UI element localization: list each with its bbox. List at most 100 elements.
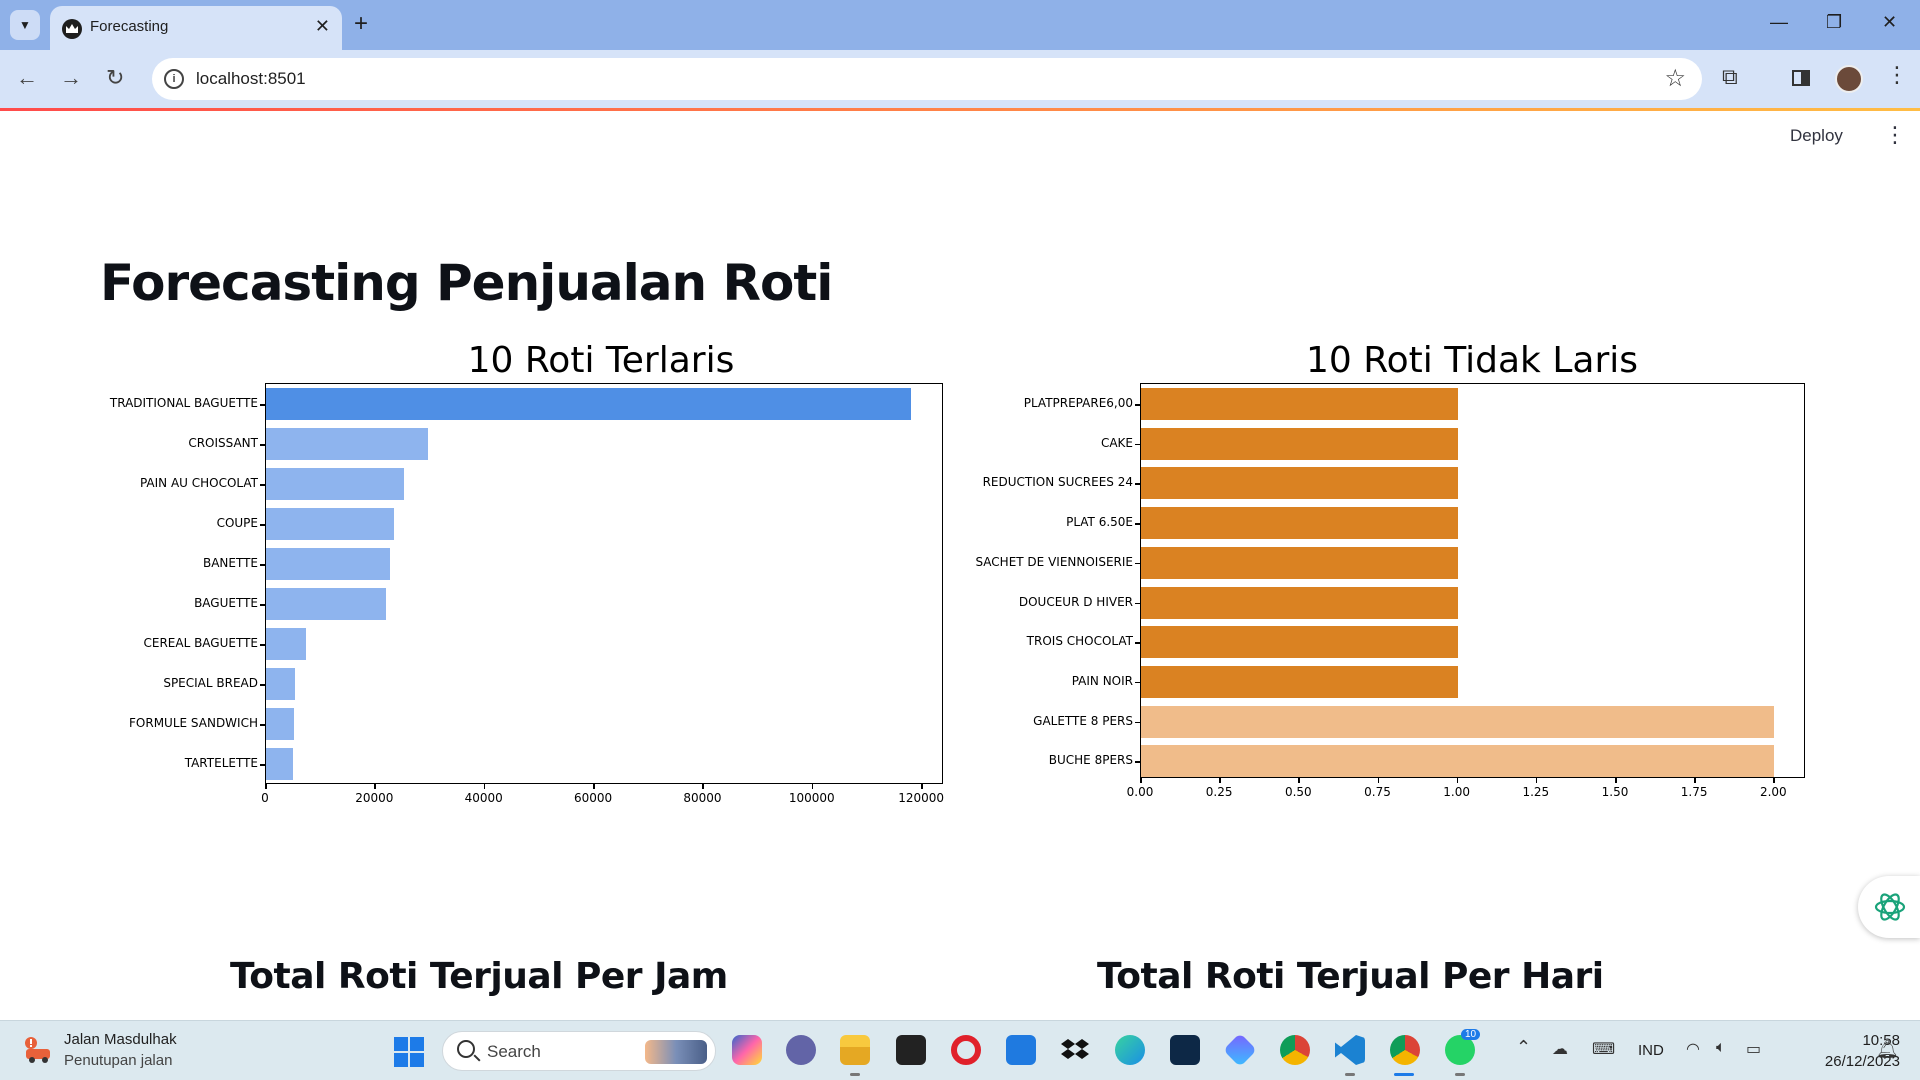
bar (266, 628, 306, 660)
file-explorer-icon[interactable] (840, 1035, 870, 1065)
tab-forecasting[interactable]: Forecasting ✕ (50, 6, 342, 50)
news-widget-title[interactable]: Jalan Masdulhak (64, 1031, 177, 1048)
dropbox-icon[interactable] (1060, 1035, 1090, 1065)
news-widget-subtitle[interactable]: Penutupan jalan (64, 1052, 172, 1069)
terminal-icon[interactable] (1170, 1035, 1200, 1065)
volume-icon[interactable]: 🔈︎ (1716, 1039, 1726, 1057)
category-label: BAGUETTE (194, 596, 258, 610)
url-text[interactable]: localhost:8501 (196, 69, 306, 89)
chrome-menu-icon[interactable]: ⋮ (1886, 62, 1908, 88)
mail-icon[interactable] (1006, 1035, 1036, 1065)
x-tick (1773, 778, 1775, 783)
y-tick (1135, 681, 1140, 684)
copilot-icon[interactable] (732, 1035, 762, 1065)
x-tick (1140, 778, 1142, 783)
notification-bell-icon[interactable]: 🔔︎ (1876, 1039, 1899, 1060)
bar (266, 588, 387, 620)
bar (1141, 705, 1775, 738)
minimize-button[interactable]: — (1770, 12, 1788, 33)
reload-icon[interactable]: ↻ (106, 64, 124, 92)
onedrive-icon[interactable]: ☁ (1552, 1039, 1568, 1059)
x-tick-label: 1.00 (1443, 785, 1471, 799)
tab-close-icon[interactable]: ✕ (315, 16, 330, 37)
battery-icon[interactable]: ▭ (1746, 1039, 1761, 1059)
y-tick (260, 644, 265, 646)
copilot-app-icon[interactable] (1223, 1033, 1257, 1067)
y-tick (260, 724, 265, 726)
vscode-icon[interactable] (1335, 1035, 1365, 1065)
bar (266, 468, 404, 500)
restore-button[interactable]: ❐ (1826, 12, 1842, 33)
y-tick (260, 684, 265, 686)
y-tick (1135, 404, 1140, 406)
x-tick-label: 0.00 (1126, 785, 1154, 799)
edge-icon[interactable] (1115, 1035, 1145, 1065)
chrome-icon[interactable] (1280, 1035, 1310, 1065)
opera-icon[interactable] (951, 1035, 981, 1065)
category-label: REDUCTION SUCREES 24 (982, 475, 1133, 490)
bar (266, 508, 394, 540)
input-language[interactable]: IND (1638, 1042, 1664, 1059)
windows-start-icon[interactable] (394, 1037, 424, 1067)
bar (1141, 467, 1458, 500)
site-info-icon[interactable]: i (164, 69, 184, 89)
traffic-alert-icon[interactable] (22, 1035, 54, 1067)
y-tick (1135, 523, 1140, 525)
x-tick-label: 0.75 (1364, 785, 1391, 799)
keyboard-icon[interactable]: ⌨ (1592, 1039, 1615, 1059)
close-window-button[interactable]: ✕ (1882, 12, 1897, 33)
section-title-daily: Total Roti Terjual Per Hari (1097, 956, 1604, 997)
chart-title: 10 Roti Terlaris (467, 340, 735, 381)
back-icon[interactable]: ← (16, 64, 38, 92)
sticky-notes-icon[interactable] (896, 1035, 926, 1065)
x-tick (265, 784, 267, 789)
x-tick-label: 60000 (573, 791, 613, 805)
x-tick (593, 784, 595, 789)
x-tick (374, 784, 376, 789)
x-tick (1456, 778, 1459, 783)
bookmark-star-icon[interactable]: ☆ (1664, 64, 1686, 93)
x-tick-label: 2.00 (1759, 785, 1787, 799)
section-title-hourly: Total Roti Terjual Per Jam (230, 956, 728, 997)
side-panel-icon[interactable] (1792, 70, 1810, 86)
x-tick-label: 1.50 (1601, 785, 1629, 799)
bar (266, 548, 391, 580)
browser-tab-bar: ▼ Forecasting ✕ + — ❐ ✕ (0, 0, 1920, 50)
whatsapp-icon[interactable]: 10 (1445, 1029, 1481, 1065)
extensions-icon[interactable]: ⧉ (1722, 64, 1738, 90)
assistant-widget[interactable] (1858, 876, 1920, 938)
teams-meet-icon[interactable] (786, 1035, 816, 1065)
app-menu-icon[interactable]: ⋮ (1884, 124, 1906, 146)
chart-title: 10 Roti Tidak Laris (1306, 340, 1638, 381)
running-indicator (1345, 1073, 1355, 1076)
wifi-icon[interactable]: ◠ (1686, 1039, 1700, 1059)
category-label: PLAT 6.50E (1066, 515, 1133, 530)
x-tick-label: 1.75 (1680, 785, 1708, 799)
category-label: TRADITIONAL BAGUETTE (109, 396, 258, 410)
new-tab-button[interactable]: + (354, 10, 368, 38)
deploy-button[interactable]: Deploy (1790, 126, 1843, 146)
y-tick (260, 764, 265, 766)
bar (1141, 388, 1458, 420)
y-tick (1135, 562, 1140, 565)
tab-title: Forecasting (90, 18, 169, 35)
openai-knot-icon (1874, 893, 1906, 921)
whatsapp-badge: 10 (1461, 1029, 1481, 1040)
page-title: Forecasting Penjualan Roti (100, 254, 833, 312)
tray-overflow-icon[interactable]: ⌃ (1516, 1037, 1531, 1058)
y-tick (260, 604, 265, 606)
y-tick (1135, 602, 1140, 604)
category-label: CEREAL BAGUETTE (143, 636, 258, 650)
search-placeholder: Search (487, 1042, 541, 1061)
bar (266, 708, 294, 740)
profile-avatar[interactable] (1835, 65, 1863, 93)
taskbar-search-input[interactable]: Search (442, 1031, 716, 1071)
forward-icon[interactable]: → (60, 64, 82, 92)
address-bar[interactable]: i localhost:8501 ☆ (152, 58, 1702, 100)
category-label: DOUCEUR D HIVER (1018, 594, 1133, 609)
x-tick-label: 20000 (355, 791, 394, 805)
bar (1141, 665, 1458, 698)
tab-search-icon[interactable]: ▼ (10, 10, 40, 40)
chrome-profile-icon[interactable] (1390, 1035, 1420, 1065)
bar (1141, 427, 1458, 460)
